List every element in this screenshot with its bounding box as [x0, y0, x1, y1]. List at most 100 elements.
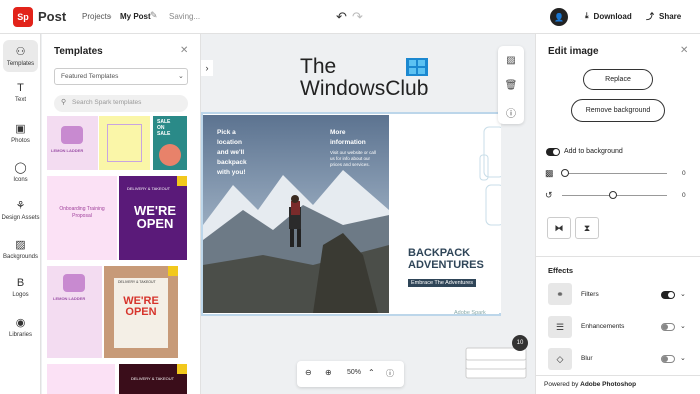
rail-item-icons[interactable]: ◯ Icons — [0, 161, 41, 183]
download-icon: ⤓ — [585, 11, 589, 20]
lemon-logo-icon — [61, 126, 83, 144]
page-count-badge: 10 — [512, 335, 528, 351]
download-label: Download — [593, 11, 632, 21]
download-button[interactable]: ⤓ Download — [585, 11, 632, 21]
chevron-down-icon[interactable]: ⌄ — [680, 354, 686, 362]
rail-label: Design Assets — [1, 215, 40, 221]
rail-label: Backgrounds — [2, 254, 39, 260]
breadcrumb-separator: › — [109, 12, 112, 21]
project-title[interactable]: My Post — [120, 12, 151, 21]
templates-panel-title: Templates — [54, 46, 103, 57]
rail-item-photos[interactable]: ▣ Photos — [0, 122, 41, 144]
close-icon[interactable]: ✕ — [180, 45, 188, 56]
filters-icon[interactable]: ⚭ — [548, 283, 572, 305]
thumb-title: LEMON LADDER — [53, 296, 86, 301]
thumb-title: SALE ON SALE — [157, 119, 170, 137]
template-thumbnail[interactable]: DELIVERY & TAKEOUT WE'RE OPEN — [104, 266, 178, 358]
chevron-down-icon[interactable]: ⌄ — [680, 290, 686, 298]
rail-label: Text — [14, 97, 26, 103]
thumb-title: Onboarding Training Proposal — [59, 206, 105, 219]
zoom-level[interactable]: 50% — [347, 369, 361, 376]
template-thumbnail[interactable]: DELIVERY & TAKEOUT WE'RE OPEN — [119, 176, 187, 260]
opacity-slider-handle[interactable] — [561, 169, 569, 177]
template-thumbnail[interactable]: DELIVERY & TAKEOUT — [119, 364, 187, 394]
rail-item-backgrounds[interactable]: ▨ Backgrounds — [0, 238, 41, 260]
blur-icon[interactable]: ◇ — [548, 348, 572, 370]
redo-icon[interactable]: ↷ — [352, 9, 363, 25]
text-line: with you! — [217, 169, 246, 176]
logos-icon: B — [16, 277, 25, 289]
template-search-input[interactable]: Search Spark templates — [54, 95, 188, 112]
opacity-slider[interactable] — [562, 173, 667, 174]
rail-item-logos[interactable]: B Logos — [0, 277, 41, 298]
thumb-subtitle: DELIVERY & TAKEOUT — [118, 280, 156, 284]
spark-logo-icon[interactable]: Sp — [13, 7, 33, 27]
poster-tagline[interactable]: Embrace The Adventures — [408, 279, 476, 287]
template-thumbnail[interactable]: LEMON LADDER — [47, 266, 102, 358]
toggle-knob — [668, 292, 674, 298]
windows-logo-icon — [406, 58, 428, 76]
collapse-panel-chevron-icon[interactable]: › — [201, 60, 213, 76]
rotate-slider-handle[interactable] — [609, 191, 617, 199]
enhancements-label: Enhancements — [581, 323, 625, 330]
watermark-text: The — [300, 55, 337, 78]
photo-subtext[interactable]: Visit our website or call us for info ab… — [330, 150, 380, 168]
effects-title: Effects — [548, 266, 574, 275]
close-icon[interactable]: ✕ — [680, 45, 688, 56]
rail-item-design-assets[interactable]: ⚘ Design Assets — [0, 199, 41, 221]
app-name: Post — [38, 9, 67, 24]
replace-button[interactable]: Replace — [583, 69, 653, 90]
photo-text-right[interactable]: More information — [330, 128, 366, 148]
template-thumbnail[interactable]: SALE ON SALE — [153, 116, 187, 170]
chevron-up-icon[interactable]: ⌃ — [368, 368, 375, 377]
rail-label: Libraries — [8, 332, 32, 338]
opacity-value[interactable]: 0 — [682, 170, 686, 177]
breadcrumb-projects-link[interactable]: Projects — [82, 12, 111, 21]
rename-pencil-icon[interactable]: ✎ — [150, 10, 158, 21]
undo-icon[interactable]: ↶ — [336, 9, 347, 25]
rail-item-libraries[interactable]: ◉ Libraries — [0, 316, 41, 338]
powered-by-footer: Powered by Adobe Photoshop — [536, 375, 700, 394]
invite-user-icon[interactable]: 👤 — [550, 8, 568, 26]
template-thumbnail[interactable]: LEMON LADDER — [47, 116, 98, 170]
enhancements-icon[interactable]: ☰ — [548, 316, 572, 338]
template-thumbnail[interactable] — [47, 364, 115, 394]
info-icon[interactable]: ⓘ — [498, 105, 524, 120]
flip-vertical-icon[interactable]: ⧗ — [575, 217, 599, 239]
rail-item-text[interactable]: T Text — [0, 82, 41, 103]
template-thumbnail[interactable] — [99, 116, 150, 170]
zoom-in-icon[interactable]: ⊕ — [325, 368, 332, 377]
poster-title[interactable]: BACKPACK ADVENTURES — [408, 247, 484, 271]
thumb-title: LEMON LADDER — [51, 148, 84, 153]
premium-badge-icon — [177, 176, 187, 186]
text-line: location — [217, 139, 242, 146]
floating-toolbar: ▨ 🗑 ⓘ — [498, 46, 524, 124]
text-icon: T — [17, 82, 24, 94]
template-filter-select[interactable]: Featured Templates — [54, 68, 188, 85]
rotate-value[interactable]: 0 — [682, 192, 686, 199]
image-icon[interactable]: ▨ — [498, 55, 524, 66]
share-button[interactable]: ⤴ Share — [646, 11, 681, 22]
backgrounds-icon: ▨ — [15, 239, 26, 251]
chevron-down-icon[interactable]: ⌄ — [680, 322, 686, 330]
libraries-icon: ◉ — [15, 317, 26, 329]
info-icon[interactable]: ⓘ — [386, 368, 394, 379]
powered-prefix: Powered by — [544, 381, 581, 388]
design-assets-icon: ⚘ — [15, 200, 26, 212]
photo-text-left[interactable]: Pick a location and we'll backpack with … — [217, 128, 247, 178]
left-rail: ⚇ Templates T Text ▣ Photos ◯ Icons ⚘ De… — [0, 34, 41, 394]
flip-horizontal-icon[interactable]: ⧓ — [547, 217, 571, 239]
template-thumbnail[interactable]: Onboarding Training Proposal — [47, 176, 117, 260]
zoom-controls: ⊖ ⊕ 50% ⌃ ⓘ — [297, 361, 404, 387]
thumb-subtitle: DELIVERY & TAKEOUT — [131, 376, 175, 381]
rail-item-templates[interactable]: ⚇ Templates — [3, 40, 38, 72]
adobe-spark-brand: Adobe Spark — [454, 310, 486, 316]
text-line: backpack — [217, 159, 247, 166]
remove-background-button[interactable]: Remove background — [571, 99, 665, 122]
rail-label: Icons — [13, 177, 28, 183]
trash-icon[interactable]: 🗑 — [498, 80, 524, 91]
zoom-out-icon[interactable]: ⊖ — [305, 368, 312, 377]
text-line: and we'll — [217, 149, 245, 156]
text-line: Pick a — [217, 129, 236, 136]
rail-label: Photos — [11, 138, 30, 144]
